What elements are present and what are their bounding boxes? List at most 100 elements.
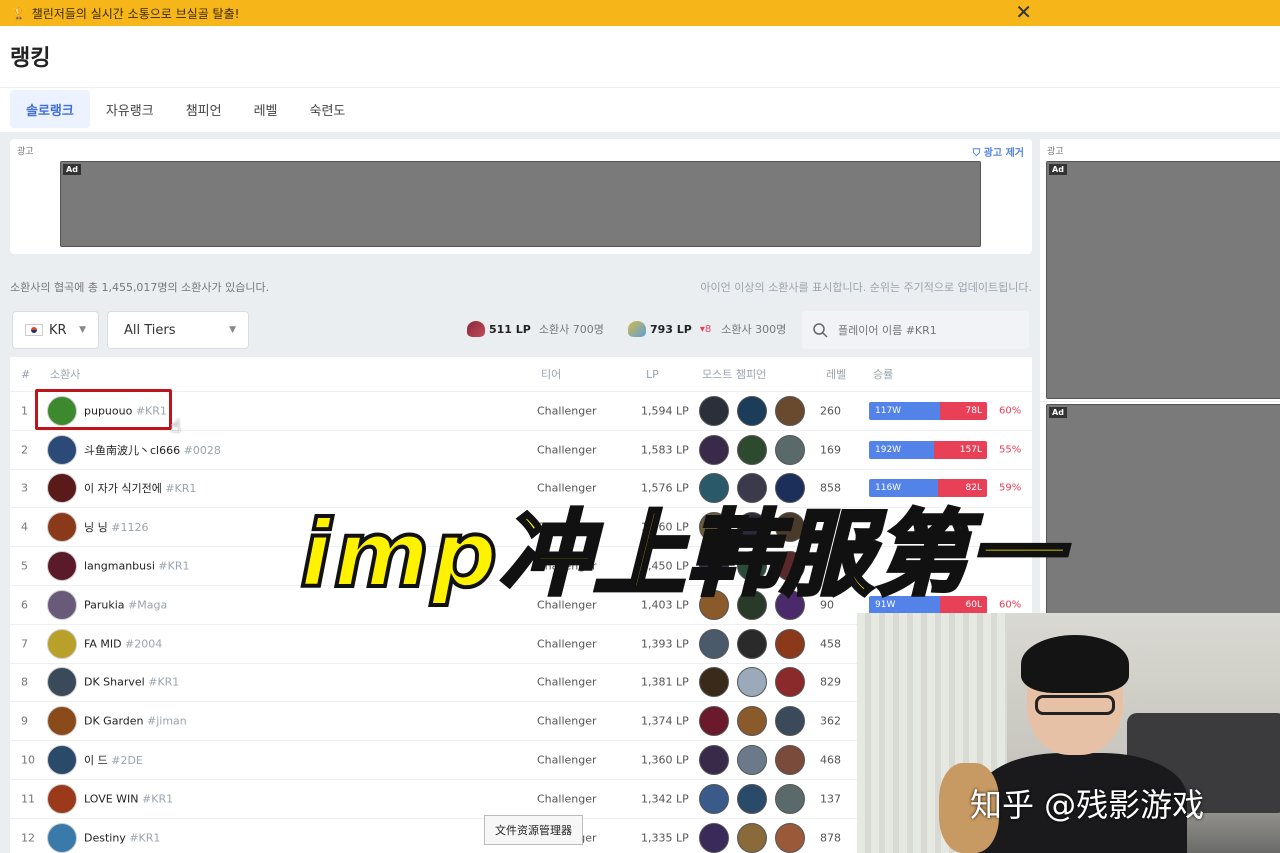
champion-icon[interactable] bbox=[775, 745, 805, 776]
korea-flag-icon bbox=[25, 324, 43, 336]
champion-icon[interactable] bbox=[737, 783, 767, 814]
grandmaster-lp: 511 LP bbox=[489, 322, 531, 336]
hand-cursor-icon: ☝ bbox=[170, 416, 181, 437]
player-search[interactable] bbox=[802, 311, 1029, 349]
side-ad-image[interactable]: Ad bbox=[1046, 161, 1280, 399]
profile-icon[interactable] bbox=[47, 512, 77, 543]
grandmaster-cutoff: 511 LP 소환사 700명 bbox=[467, 321, 604, 337]
champion-icon[interactable] bbox=[775, 667, 805, 698]
champion-icon[interactable] bbox=[737, 706, 767, 737]
tab-solo-rank[interactable]: 솔로랭크 bbox=[10, 90, 90, 128]
summoner-tag: #KR1 bbox=[142, 792, 174, 806]
side-ad-2: Ad bbox=[1040, 402, 1280, 617]
challenger-count: 소환사 300명 bbox=[721, 323, 787, 336]
lp-text: 1,583 LP bbox=[641, 443, 689, 457]
page-title: 랭킹 bbox=[10, 46, 51, 71]
profile-icon[interactable] bbox=[47, 706, 77, 737]
rank-number: 12 bbox=[21, 831, 35, 845]
champion-icon[interactable] bbox=[699, 822, 729, 853]
champion-icon[interactable] bbox=[699, 434, 729, 465]
profile-icon[interactable] bbox=[47, 473, 77, 504]
video-overlay-title: imp冲上韩服第一 bbox=[298, 499, 1064, 610]
summoner-tag: #Maga bbox=[128, 598, 168, 612]
summoner-name[interactable]: FA MID #2004 bbox=[84, 637, 162, 650]
side-ad-image-2[interactable]: Ad bbox=[1046, 404, 1280, 617]
ad-image[interactable]: Ad bbox=[60, 161, 981, 247]
summoner-name[interactable]: 이 자가 식기전에 #KR1 bbox=[84, 480, 196, 496]
summoner-name-text: 이 자가 식기전에 bbox=[84, 482, 162, 496]
champion-icon[interactable] bbox=[699, 745, 729, 776]
champion-icon[interactable] bbox=[737, 745, 767, 776]
rank-number: 2 bbox=[21, 443, 28, 457]
champion-icon[interactable] bbox=[737, 628, 767, 659]
level-text: 137 bbox=[820, 792, 841, 806]
tab-flex-rank[interactable]: 자유랭크 bbox=[90, 90, 170, 128]
level-text: 458 bbox=[820, 637, 841, 651]
trophy-icon: 🏆 bbox=[12, 6, 26, 20]
profile-icon[interactable] bbox=[47, 434, 77, 465]
summoner-name[interactable]: 斗鱼南波儿丶cl666 #0028 bbox=[84, 442, 221, 458]
summoner-name[interactable]: 닝 닝 #1126 bbox=[84, 519, 148, 535]
tier-text: Challenger bbox=[537, 675, 597, 689]
profile-icon[interactable] bbox=[47, 822, 77, 853]
tab-level[interactable]: 레벨 bbox=[238, 90, 294, 128]
rank-number: 9 bbox=[21, 714, 28, 728]
summoner-name-text: FA MID bbox=[84, 637, 122, 651]
rank-number: 4 bbox=[21, 520, 28, 534]
profile-icon[interactable] bbox=[47, 589, 77, 620]
summoner-name[interactable]: 이 드 #2DE bbox=[84, 752, 143, 768]
winrate-percent: 55% bbox=[999, 444, 1022, 456]
champion-icon[interactable] bbox=[775, 783, 805, 814]
champion-icon[interactable] bbox=[775, 822, 805, 853]
champion-icon[interactable] bbox=[699, 783, 729, 814]
champion-icon[interactable] bbox=[775, 395, 805, 426]
tab-champion[interactable]: 챔피언 bbox=[170, 90, 238, 128]
wins-bar: 192W bbox=[869, 440, 934, 459]
summoner-name[interactable]: langmanbusi #KR1 bbox=[84, 560, 190, 573]
champion-icon[interactable] bbox=[699, 706, 729, 737]
level-text: 169 bbox=[820, 443, 841, 457]
champion-icon[interactable] bbox=[737, 395, 767, 426]
summoner-tag: #0028 bbox=[183, 443, 221, 457]
summoner-name[interactable]: Parukia #Maga bbox=[84, 598, 167, 611]
promo-banner[interactable]: 🏆 챌린저들의 실시간 소통으로 브실골 탈출! ✕ bbox=[0, 0, 1280, 26]
challenger-cutoff: 793 LP ▾8 소환사 300명 bbox=[628, 321, 786, 337]
remove-ad-button[interactable]: ⛉ 광고 제거 bbox=[973, 144, 1024, 159]
champion-icon[interactable] bbox=[699, 667, 729, 698]
summoner-name[interactable]: DK Garden #jiman bbox=[84, 715, 187, 728]
profile-icon[interactable] bbox=[47, 745, 77, 776]
rank-number: 3 bbox=[21, 481, 28, 495]
lp-text: 1,374 LP bbox=[641, 714, 689, 728]
tier-select[interactable]: All Tiers ▼ bbox=[107, 311, 249, 349]
champion-icon[interactable] bbox=[775, 706, 805, 737]
summoner-name[interactable]: Destiny #KR1 bbox=[84, 831, 160, 844]
champion-icon[interactable] bbox=[699, 628, 729, 659]
side-ad-tag: Ad bbox=[1049, 164, 1067, 175]
losses-bar: 157L bbox=[933, 440, 987, 459]
tier-text: Challenger bbox=[537, 404, 597, 418]
summoner-tag: #2004 bbox=[125, 637, 163, 651]
summoner-name[interactable]: LOVE WIN #KR1 bbox=[84, 792, 173, 805]
summoner-tag: #KR1 bbox=[158, 559, 190, 573]
profile-icon[interactable] bbox=[47, 551, 77, 582]
lp-text: 1,594 LP bbox=[641, 404, 689, 418]
champion-icon[interactable] bbox=[737, 434, 767, 465]
champion-icon[interactable] bbox=[737, 667, 767, 698]
summoner-name-text: DK Sharvel bbox=[84, 675, 145, 689]
table-row[interactable]: 2 斗鱼南波儿丶cl666 #0028 Challenger 1,583 LP … bbox=[10, 431, 1032, 470]
rank-number: 11 bbox=[21, 792, 35, 806]
champion-icon[interactable] bbox=[699, 395, 729, 426]
tab-mastery[interactable]: 숙련도 bbox=[294, 90, 362, 128]
champion-icon[interactable] bbox=[737, 822, 767, 853]
close-icon[interactable]: ✕ bbox=[1015, 0, 1032, 24]
search-input[interactable] bbox=[838, 323, 1018, 337]
region-value: KR bbox=[49, 322, 67, 338]
region-select[interactable]: KR ▼ bbox=[12, 311, 99, 349]
champion-icon[interactable] bbox=[775, 434, 805, 465]
summoner-name[interactable]: DK Sharvel #KR1 bbox=[84, 676, 179, 689]
profile-icon[interactable] bbox=[47, 667, 77, 698]
profile-icon[interactable] bbox=[47, 783, 77, 814]
profile-icon[interactable] bbox=[47, 628, 77, 659]
col-champions: 모스트 챔피언 bbox=[702, 368, 767, 381]
champion-icon[interactable] bbox=[775, 628, 805, 659]
